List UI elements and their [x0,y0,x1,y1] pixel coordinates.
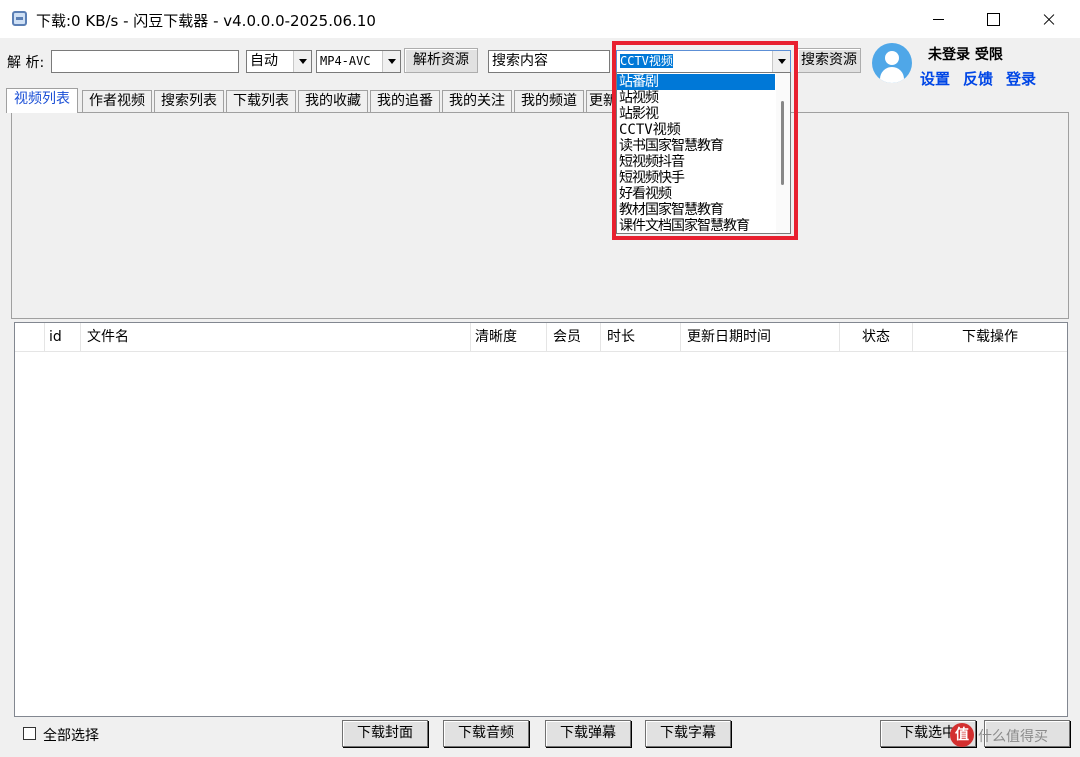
user-avatar-icon[interactable] [872,43,912,83]
column-header-updated-at[interactable]: 更新日期时间 [681,323,840,352]
feedback-link[interactable]: 反馈 [963,68,993,89]
window-title: 下载:0 KB/s - 闪豆下载器 - v4.0.0.0-2025.06.10 [36,12,376,30]
dropdown-option[interactable]: 教材国家智慧教育 [617,202,775,218]
dropdown-option[interactable]: 课件文档国家智慧教育 [617,218,775,233]
tab-my-favorites[interactable]: 我的收藏 [298,90,368,113]
close-button[interactable] [1024,0,1072,38]
dropdown-option[interactable]: 好看视频 [617,186,775,202]
search-input[interactable]: 搜索内容 [488,50,610,73]
parse-url-input[interactable] [51,50,239,73]
format-select[interactable]: MP4-AVC [316,50,401,73]
tab-my-channels[interactable]: 我的频道 [514,90,584,113]
download-audio-button[interactable]: 下载音频 [443,720,529,747]
file-list-table: id 文件名 清晰度 会员 时长 更新日期时间 状态 下载操作 [14,322,1068,717]
client-area: 解 析: 自动 MP4-AVC 解析资源 搜索内容 CCTV视频 搜索资源 未登… [0,38,1080,757]
dropdown-option[interactable]: 读书国家智慧教育 [617,138,775,154]
tab-updates[interactable]: 更新 [586,90,616,113]
chevron-down-icon[interactable] [293,51,311,72]
chevron-down-icon[interactable] [772,51,790,72]
table-header: id 文件名 清晰度 会员 时长 更新日期时间 状态 下载操作 [15,323,1067,352]
tab-my-followed-series[interactable]: 我的追番 [370,90,440,113]
dropdown-option[interactable]: 站番剧 [617,74,775,90]
chevron-down-icon[interactable] [382,51,400,72]
dropdown-option[interactable]: 站影视 [617,106,775,122]
minimize-button[interactable] [914,0,962,38]
column-header-check[interactable] [15,323,45,352]
column-header-download-action[interactable]: 下载操作 [913,323,1067,352]
dropdown-option[interactable]: 站视频 [617,90,775,106]
dropdown-option[interactable]: 短视频快手 [617,170,775,186]
login-link[interactable]: 登录 [1006,68,1036,89]
download-danmaku-button[interactable]: 下载弹幕 [545,720,631,747]
watermark-text: 什么值得买 [978,729,1048,745]
video-list-panel [11,112,1069,319]
column-header-filename[interactable]: 文件名 [81,323,471,352]
watermark: 值 什么值得买 [950,721,1078,751]
tab-my-following[interactable]: 我的关注 [442,90,512,113]
source-dropdown-list: 站番剧 站视频 站影视 CCTV视频 读书国家智慧教育 短视频抖音 短视频快手 … [616,72,791,234]
tab-search-list[interactable]: 搜索列表 [154,90,224,113]
maximize-button[interactable] [968,0,1016,38]
watermark-badge: 值 [950,723,974,747]
column-header-id[interactable]: id [45,323,81,352]
tab-author-videos[interactable]: 作者视频 [82,90,152,113]
download-cover-button[interactable]: 下载封面 [342,720,428,747]
dropdown-option[interactable]: CCTV视频 [617,122,775,138]
column-header-status[interactable]: 状态 [840,323,913,352]
app-icon [12,11,27,26]
parse-label: 解 析: [7,55,45,71]
column-header-duration[interactable]: 时长 [601,323,681,352]
select-all-checkbox[interactable] [23,727,36,740]
settings-link[interactable]: 设置 [920,68,950,89]
dropdown-scrollbar[interactable] [776,73,790,233]
select-all-label: 全部选择 [43,728,99,744]
tab-strip: 视频列表 作者视频 搜索列表 下载列表 我的收藏 我的追番 我的关注 我的频道 … [6,88,616,113]
parse-resource-button[interactable]: 解析资源 [404,48,478,73]
column-header-quality[interactable]: 清晰度 [471,323,547,352]
dropdown-scrollbar-thumb[interactable] [781,101,784,185]
title-bar: 下载:0 KB/s - 闪豆下载器 - v4.0.0.0-2025.06.10 [0,0,1080,38]
quality-select-value: 自动 [250,53,278,69]
quality-select[interactable]: 自动 [246,50,312,73]
tab-video-list[interactable]: 视频列表 [6,88,78,113]
source-select[interactable]: CCTV视频 [616,50,791,73]
download-subtitle-button[interactable]: 下载字幕 [645,720,731,747]
dropdown-option[interactable]: 短视频抖音 [617,154,775,170]
format-select-value: MP4-AVC [320,54,371,68]
search-resource-button[interactable]: 搜索资源 [797,48,861,73]
tab-download-list[interactable]: 下载列表 [226,90,296,113]
source-select-value: CCTV视频 [620,54,673,68]
column-header-vip[interactable]: 会员 [547,323,601,352]
login-status: 未登录 受限 [928,47,1003,63]
